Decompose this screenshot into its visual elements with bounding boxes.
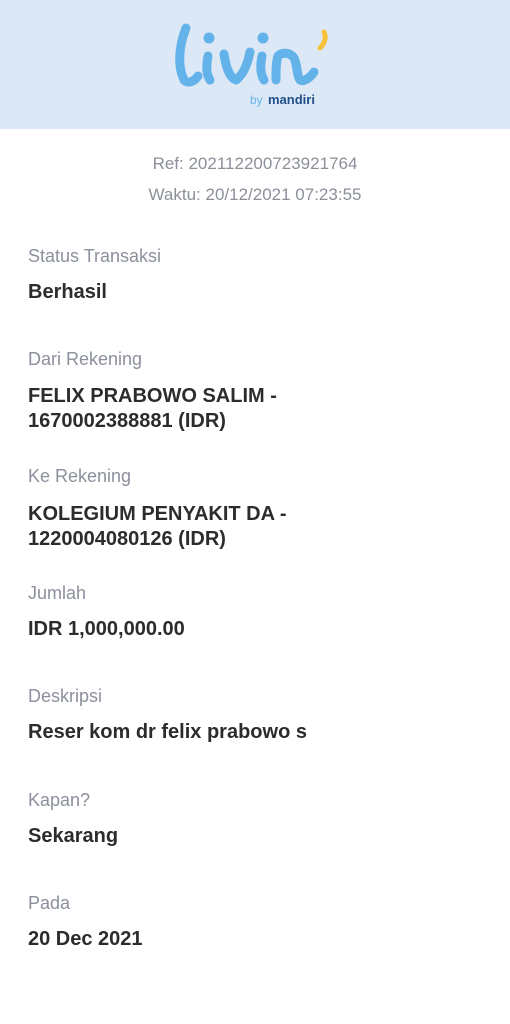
description-label: Deskripsi <box>28 686 103 706</box>
amount-value: IDR 1,000,000.00 <box>28 618 185 640</box>
to-account-line2: 1220004080126 (IDR) <box>28 528 226 550</box>
to-account-line1: KOLEGIUM PENYAKIT DA - <box>28 503 287 525</box>
logo-mandiri-text: mandiri <box>268 92 315 107</box>
reference-number: Ref: 202112200723921764 <box>152 154 358 173</box>
description-value: Reser kom dr felix prabowo s <box>28 721 307 743</box>
livin-logo: by mandiri <box>172 18 337 114</box>
date-label: Pada <box>28 893 71 913</box>
logo-by-text: by <box>250 93 263 107</box>
date-value: 20 Dec 2021 <box>28 928 143 950</box>
transaction-time: Waktu: 20/12/2021 07:23:55 <box>148 185 362 204</box>
when-label: Kapan? <box>28 790 91 810</box>
from-account-line1: FELIX PRABOWO SALIM - <box>28 385 277 407</box>
from-account-line2: 1670002388881 (IDR) <box>28 410 226 432</box>
from-account-label: Dari Rekening <box>28 349 143 369</box>
when-value: Sekarang <box>28 825 119 847</box>
amount-label: Jumlah <box>28 583 87 603</box>
to-account-label: Ke Rekening <box>28 466 132 486</box>
status-value: Berhasil <box>28 281 107 303</box>
header-banner: by mandiri <box>0 0 510 129</box>
status-label: Status Transaksi <box>28 246 162 266</box>
